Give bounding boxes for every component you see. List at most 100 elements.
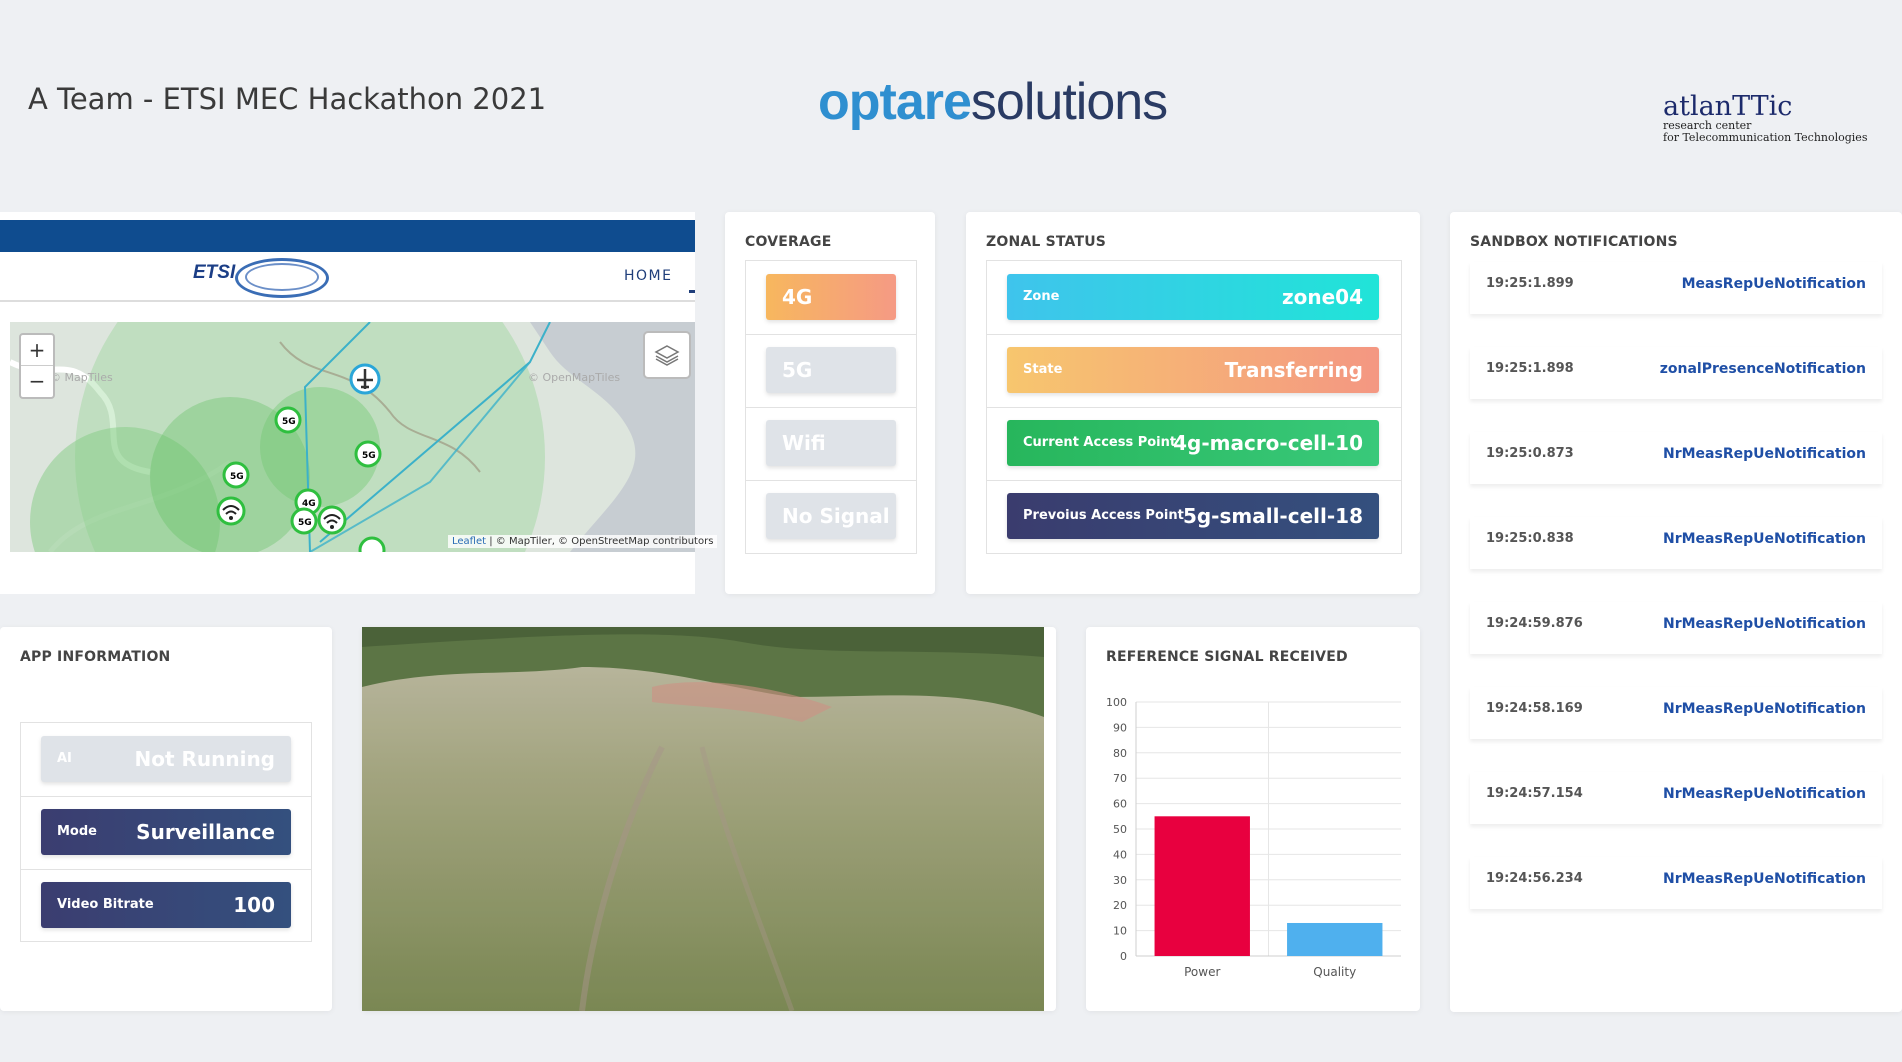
notification-name: NrMeasRepUeNotification [1662, 871, 1866, 887]
coverage-row-5g: 5G [746, 334, 916, 408]
notification-time: 19:24:56.234 [1486, 871, 1583, 886]
zone-value: zone04 [1281, 285, 1363, 309]
coverage-nosignal-button[interactable]: No Signal [766, 493, 896, 539]
state-status-button[interactable]: State Transferring [1007, 347, 1379, 393]
bar-quality [1287, 922, 1383, 956]
etsi-logo-ring-inner [245, 263, 319, 291]
zoom-in-button[interactable]: + [21, 335, 53, 365]
nav-active-indicator [689, 290, 695, 293]
video-bitrate-button[interactable]: Video Bitrate 100 [41, 882, 291, 928]
etsi-logo[interactable]: ETSI [193, 262, 235, 284]
optare-logo-solutions: solutions [970, 73, 1168, 131]
notification-item[interactable]: 19:24:57.154 NrMeasRepUeNotification [1470, 772, 1882, 824]
current-ap-button[interactable]: Current Access Point 4g-macro-cell-10 [1007, 420, 1379, 466]
video-bitrate-label: Video Bitrate [57, 897, 154, 912]
y-tick-label: 100 [1106, 696, 1127, 709]
notification-item[interactable]: 19:25:0.838 NrMeasRepUeNotification [1470, 517, 1882, 569]
notification-name: NrMeasRepUeNotification [1662, 616, 1866, 632]
wifi-marker-icon[interactable] [317, 505, 347, 535]
y-tick-label: 90 [1113, 721, 1127, 734]
atlanttic-logo-sub2: for Telecommunication Technologies [1663, 131, 1868, 144]
chart-title: REFERENCE SIGNAL RECEIVED [1106, 649, 1348, 665]
5g-cell-marker-icon[interactable]: 5G [274, 406, 302, 434]
state-label: State [1023, 362, 1063, 377]
svg-text:5G: 5G [282, 417, 296, 427]
y-tick-label: 10 [1113, 925, 1127, 938]
notification-item[interactable]: 19:24:59.876 NrMeasRepUeNotification [1470, 602, 1882, 654]
map-watermark-left: © MapTiles [50, 371, 113, 384]
zone-label: Zone [1023, 289, 1060, 304]
coverage-5g-button[interactable]: 5G [766, 347, 896, 393]
notification-name: NrMeasRepUeNotification [1662, 701, 1866, 717]
sandbox-notifications-card: SANDBOX NOTIFICATIONS 19:25:1.899 MeasRep… [1450, 212, 1902, 1012]
app-information-list: AI Not Running Mode Surveillance Video B… [20, 722, 312, 942]
notification-item[interactable]: 19:25:1.899 MeasRepUeNotification [1470, 262, 1882, 314]
drone-video-feed[interactable] [362, 627, 1044, 1011]
mode-button[interactable]: Mode Surveillance [41, 809, 291, 855]
state-value: Transferring [1224, 358, 1363, 382]
y-tick-label: 70 [1113, 772, 1127, 785]
drone-marker-icon[interactable] [349, 363, 381, 395]
notification-name: NrMeasRepUeNotification [1662, 786, 1866, 802]
zonal-row-current-ap: Current Access Point 4g-macro-cell-10 [987, 407, 1401, 481]
previous-ap-value: 5g-small-cell-18 [1182, 504, 1363, 528]
5g-cell-marker-icon[interactable]: 5G [222, 461, 250, 489]
map-zoom-control: + − [19, 333, 55, 399]
reference-signal-chart: 0 10 20 30 40 50 60 70 80 90 100 Power Quality [1106, 696, 1401, 979]
zonal-row-zone: Zone zone04 [987, 261, 1401, 335]
app-row-ai: AI Not Running [21, 723, 311, 797]
svg-text:5G: 5G [230, 472, 244, 482]
map-watermark-right: © OpenMapTiles [528, 371, 620, 384]
video-bitrate-value: 100 [233, 893, 275, 917]
leaflet-link[interactable]: Leaflet [452, 536, 486, 547]
5g-cell-marker-icon[interactable]: 5G [290, 507, 318, 535]
app-information-title: APP INFORMATION [20, 649, 171, 665]
notification-time: 19:24:57.154 [1486, 786, 1583, 801]
coverage-title: COVERAGE [745, 234, 832, 250]
zonal-status-title: ZONAL STATUS [986, 234, 1107, 250]
notification-item[interactable]: 19:25:0.873 NrMeasRepUeNotification [1470, 432, 1882, 484]
nav-home-link[interactable]: HOME [624, 268, 672, 284]
coverage-wifi-button[interactable]: Wifi [766, 420, 896, 466]
zonal-row-previous-ap: Prevoius Access Point 5g-small-cell-18 [987, 480, 1401, 553]
atlanttic-logo: atlanTTic research center for Telecommun… [1663, 93, 1868, 144]
map-canvas: 5G 5G 5G 4G 5G © MapTiles © OpenMapTiles [10, 322, 695, 552]
wifi-marker-icon[interactable] [216, 496, 246, 526]
zoom-out-button[interactable]: − [21, 366, 53, 396]
ai-label: AI [57, 751, 72, 766]
y-tick-label: 60 [1113, 798, 1127, 811]
notification-time: 19:25:1.899 [1486, 276, 1574, 291]
svg-text:4G: 4G [302, 499, 316, 509]
coverage-4g-button[interactable]: 4G [766, 274, 896, 320]
coverage-row-nosignal: No Signal [746, 480, 916, 553]
ai-status-button[interactable]: AI Not Running [41, 736, 291, 782]
notification-time: 19:24:58.169 [1486, 701, 1583, 716]
ai-value: Not Running [134, 747, 275, 771]
coverage-row-4g: 4G [746, 261, 916, 335]
notification-item[interactable]: 19:24:56.234 NrMeasRepUeNotification [1470, 857, 1882, 909]
5g-cell-marker-icon[interactable]: 5G [354, 440, 382, 468]
x-tick-label: Quality [1313, 965, 1356, 979]
bar-power [1154, 816, 1250, 956]
notification-item[interactable]: 19:25:1.898 zonalPresenceNotification [1470, 347, 1882, 399]
y-tick-label: 80 [1113, 747, 1127, 760]
page-title: A Team - ETSI MEC Hackathon 2021 [28, 82, 547, 116]
video-frame [362, 627, 1044, 1011]
map-attribution: Leaflet | © MapTiler, © OpenStreetMap co… [448, 535, 718, 548]
map-view[interactable]: 5G 5G 5G 4G 5G © MapTiles © OpenMapTiles [10, 322, 695, 552]
wifi-marker-icon[interactable] [358, 536, 386, 552]
notification-time: 19:25:0.873 [1486, 446, 1574, 461]
y-tick-label: 50 [1113, 823, 1127, 836]
notification-time: 19:24:59.876 [1486, 616, 1583, 631]
coverage-row-wifi: Wifi [746, 407, 916, 481]
previous-ap-button[interactable]: Prevoius Access Point 5g-small-cell-18 [1007, 493, 1379, 539]
notifications-title: SANDBOX NOTIFICATIONS [1470, 234, 1678, 250]
notification-item[interactable]: 19:24:58.169 NrMeasRepUeNotification [1470, 687, 1882, 739]
notification-name: NrMeasRepUeNotification [1662, 446, 1866, 462]
map-layers-button[interactable] [643, 331, 691, 379]
mode-label: Mode [57, 824, 97, 839]
zone-status-button[interactable]: Zone zone04 [1007, 274, 1379, 320]
y-tick-label: 40 [1113, 848, 1127, 861]
layers-icon [654, 345, 680, 366]
map-attribution-text: | © MapTiler, © OpenStreetMap contributo… [486, 536, 714, 547]
